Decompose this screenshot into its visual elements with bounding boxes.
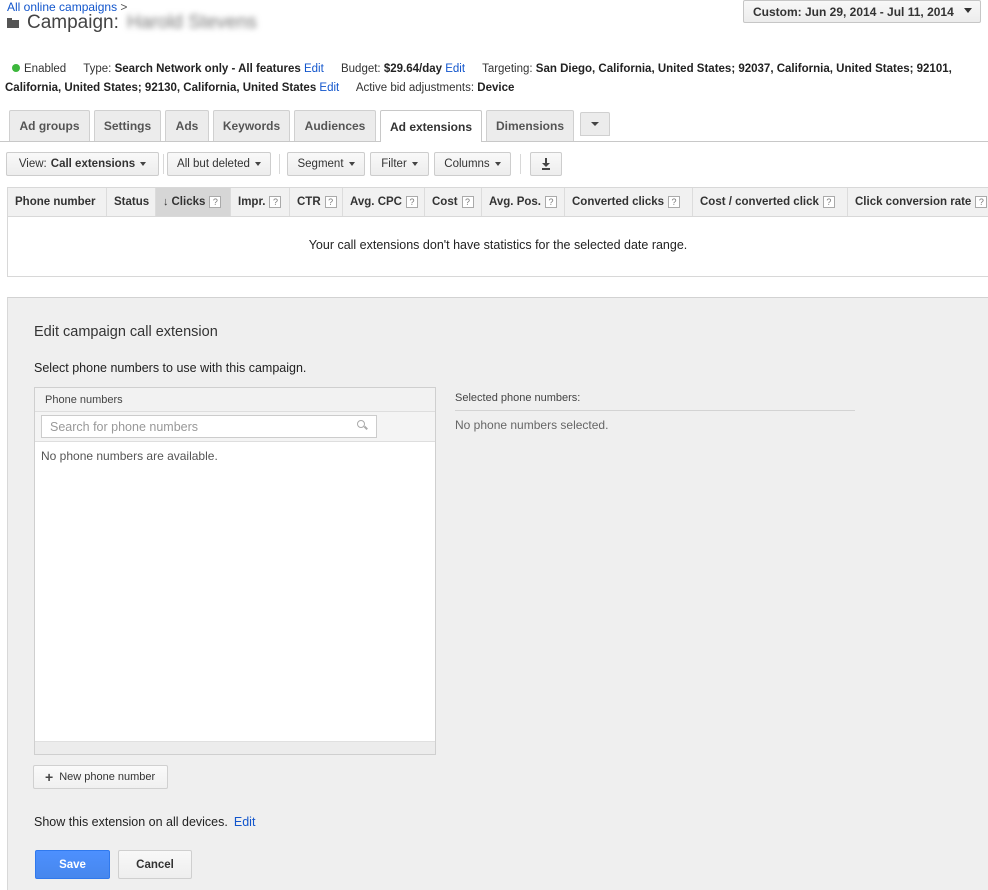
panel-title: Edit campaign call extension <box>34 324 218 340</box>
search-bar <box>35 412 435 442</box>
segment-label: Segment <box>297 158 344 170</box>
targeting-label: Targeting: <box>482 63 533 75</box>
column-header-status[interactable]: Status <box>107 188 156 216</box>
new-phone-number-label: New phone number <box>59 771 156 783</box>
column-header-clicks[interactable]: ↓ Clicks? <box>156 188 231 216</box>
chevron-down-icon <box>494 162 501 166</box>
campaign-status: Enabled <box>24 63 67 75</box>
chevron-down-icon <box>964 8 972 13</box>
column-header-impressions[interactable]: Impr.? <box>231 188 290 216</box>
devices-text: Show this extension on all devices. <box>34 815 228 829</box>
search-box <box>41 415 377 438</box>
chevron-down-icon <box>411 162 418 166</box>
toolbar-divider <box>163 154 164 174</box>
tab-keywords[interactable]: Keywords <box>213 110 290 141</box>
page-title: Campaign: Harold Stevens <box>7 12 257 34</box>
filter-label: Filter <box>381 158 407 170</box>
column-header-phone-number[interactable]: Phone number <box>8 188 107 216</box>
help-icon[interactable]: ? <box>975 196 988 208</box>
help-icon[interactable]: ? <box>405 196 418 208</box>
save-button[interactable]: Save <box>35 850 110 879</box>
status-filter-dropdown[interactable]: All but deleted <box>167 152 271 176</box>
view-prefix: View: <box>18 158 47 170</box>
column-header-click-conversion-rate[interactable]: Click conversion rate? <box>848 188 988 216</box>
tab-bar: Ad groups Settings Ads Keywords Audience… <box>0 110 988 142</box>
view-value: Call extensions <box>50 158 136 170</box>
selected-phone-numbers-empty: No phone numbers selected. <box>455 418 609 432</box>
budget-value: $29.64/day <box>383 63 443 75</box>
toolbar-divider <box>279 154 280 174</box>
column-header-cost-per-converted-click[interactable]: Cost / converted click? <box>693 188 848 216</box>
tab-settings[interactable]: Settings <box>94 110 161 141</box>
plus-icon: + <box>45 769 54 785</box>
sort-down-icon: ↓ <box>163 196 169 208</box>
help-icon[interactable]: ? <box>209 196 222 208</box>
segment-button[interactable]: Segment <box>287 152 365 176</box>
help-icon[interactable]: ? <box>461 196 474 208</box>
budget-edit-link[interactable]: Edit <box>445 63 465 75</box>
tab-dimensions[interactable]: Dimensions <box>486 110 574 141</box>
phone-numbers-empty: No phone numbers are available. <box>41 449 218 463</box>
toolbar-divider <box>520 154 521 174</box>
phone-numbers-list: Phone numbers No phone numbers are avail… <box>34 387 436 755</box>
stats-table: Phone number Status ↓ Clicks? Impr.? CTR?… <box>7 187 988 277</box>
type-value: Search Network only - All features <box>114 63 301 75</box>
chevron-down-icon <box>254 162 261 166</box>
column-header-converted-clicks[interactable]: Converted clicks? <box>565 188 693 216</box>
folder-icon <box>7 18 20 29</box>
chevron-down-icon <box>591 122 599 126</box>
date-range-label: Custom: Jun 29, 2014 - Jul 11, 2014 <box>753 4 954 19</box>
devices-edit-link[interactable]: Edit <box>234 815 256 829</box>
date-range-picker[interactable]: Custom: Jun 29, 2014 - Jul 11, 2014 <box>743 0 981 23</box>
columns-label: Columns <box>444 158 490 170</box>
edit-call-extension-panel: Edit campaign call extension Select phon… <box>7 297 988 890</box>
column-header-avg-pos[interactable]: Avg. Pos.? <box>482 188 565 216</box>
phone-search-input[interactable] <box>42 416 342 437</box>
view-dropdown[interactable]: View: Call extensions <box>6 152 159 176</box>
tab-ad-groups[interactable]: Ad groups <box>9 110 90 141</box>
column-header-ctr[interactable]: CTR? <box>290 188 343 216</box>
download-button[interactable] <box>530 152 562 176</box>
budget-label: Budget: <box>340 63 381 75</box>
help-icon[interactable]: ? <box>822 196 835 208</box>
tab-ads[interactable]: Ads <box>165 110 209 141</box>
help-icon[interactable]: ? <box>324 196 337 208</box>
type-edit-link[interactable]: Edit <box>304 63 324 75</box>
new-phone-number-button[interactable]: + New phone number <box>33 765 168 789</box>
campaign-info: Enabled Type: Search Network only - All … <box>5 60 985 98</box>
panel-subtitle: Select phone numbers to use with this ca… <box>34 361 307 375</box>
campaign-name: Harold Stevens <box>126 12 257 33</box>
selected-phone-numbers-header: Selected phone numbers: <box>455 392 581 404</box>
targeting-edit-link[interactable]: Edit <box>319 82 339 94</box>
phone-numbers-header: Phone numbers <box>35 388 435 412</box>
column-header-cost[interactable]: Cost? <box>425 188 482 216</box>
devices-setting: Show this extension on all devices. Edit <box>34 815 255 829</box>
help-icon[interactable]: ? <box>269 196 282 208</box>
status-dot-icon <box>12 64 20 72</box>
column-header-avg-cpc[interactable]: Avg. CPC? <box>343 188 425 216</box>
type-label: Type: <box>83 63 112 75</box>
bid-adjustments-value: Device <box>477 82 515 94</box>
columns-button[interactable]: Columns <box>434 152 511 176</box>
more-tabs-button[interactable] <box>580 112 610 136</box>
status-filter-label: All but deleted <box>177 158 250 170</box>
table-empty-message: Your call extensions don't have statisti… <box>308 238 688 252</box>
tab-ad-extensions[interactable]: Ad extensions <box>380 110 482 142</box>
help-icon[interactable]: ? <box>668 196 681 208</box>
chevron-down-icon <box>140 162 147 166</box>
divider <box>455 410 855 411</box>
help-icon[interactable]: ? <box>544 196 557 208</box>
cancel-button[interactable]: Cancel <box>118 850 192 879</box>
filter-button[interactable]: Filter <box>370 152 429 176</box>
chevron-down-icon <box>348 162 355 166</box>
list-footer <box>35 741 435 754</box>
table-header: Phone number Status ↓ Clicks? Impr.? CTR?… <box>8 188 988 217</box>
tab-audiences[interactable]: Audiences <box>294 110 376 141</box>
bid-adjustments-label: Active bid adjustments: <box>355 82 475 94</box>
page-title-prefix: Campaign: <box>27 12 119 33</box>
search-icon[interactable] <box>357 420 367 430</box>
download-icon <box>541 158 551 170</box>
